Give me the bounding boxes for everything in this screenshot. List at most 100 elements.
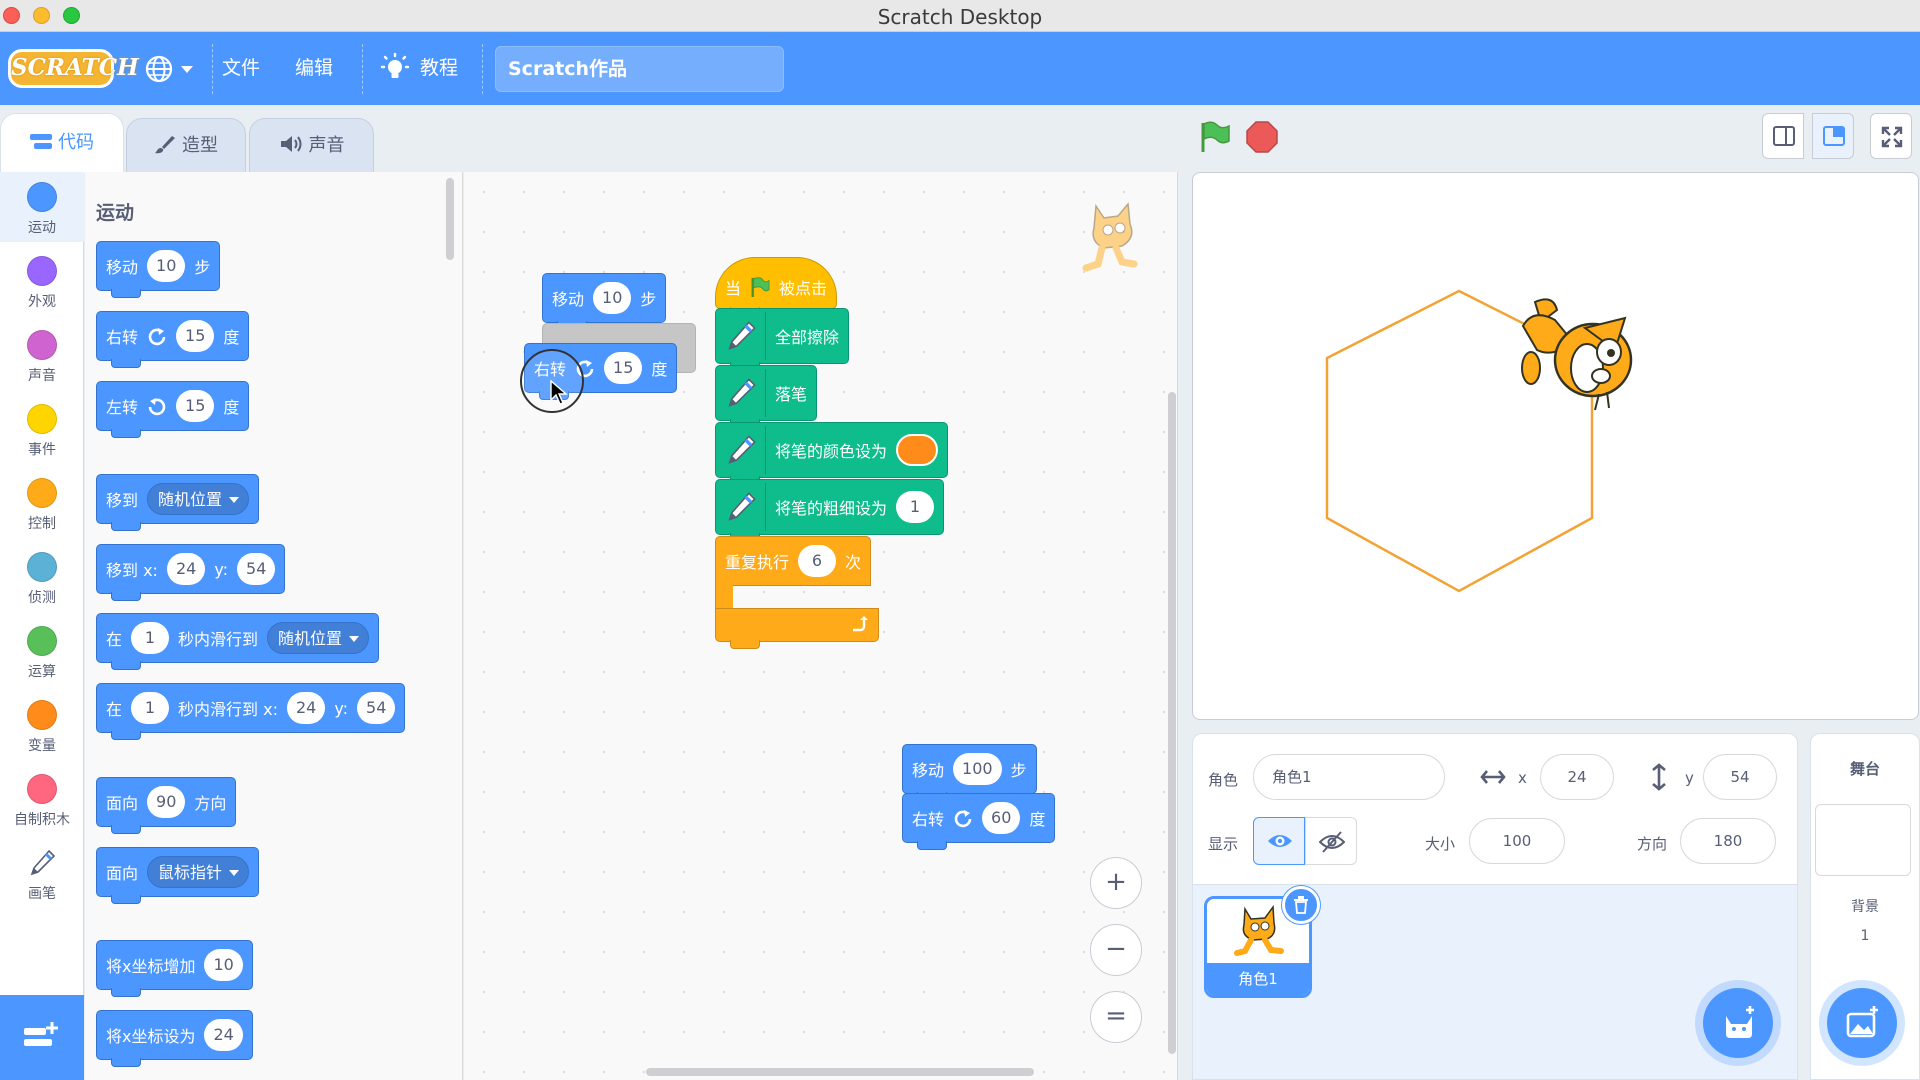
direction-input[interactable]: 90 <box>147 786 186 818</box>
variables-color-dot <box>27 700 57 730</box>
seconds-input[interactable]: 1 <box>131 692 170 724</box>
pen-extension-icon <box>716 312 766 360</box>
category-sensing[interactable]: 侦测 <box>0 552 84 607</box>
set-pen-color-block[interactable]: 将笔的颜色设为 <box>715 422 949 485</box>
tab-costumes[interactable]: 造型 <box>126 118 246 172</box>
workspace-move-100-block[interactable]: 移动 100 步 <box>902 744 1037 801</box>
palette-set-x-block[interactable]: 将x坐标设为 24 <box>96 1010 253 1067</box>
repeat-block[interactable]: 重复执行 6 次 <box>715 536 872 586</box>
add-extension-button[interactable] <box>0 995 84 1080</box>
category-sound[interactable]: 声音 <box>0 330 84 385</box>
seconds-input[interactable]: 1 <box>131 622 170 654</box>
show-sprite-button[interactable] <box>1253 817 1305 865</box>
towards-target-dropdown[interactable]: 鼠标指针 <box>147 856 250 888</box>
set-x-input[interactable]: 24 <box>204 1019 243 1051</box>
degrees-input[interactable]: 60 <box>982 802 1021 834</box>
choose-sprite-button[interactable] <box>1703 988 1773 1058</box>
degrees-input[interactable]: 15 <box>604 352 643 384</box>
palette-glide-xy-block[interactable]: 在 1 秒内滑行到 x: 24 y: 54 <box>96 683 406 740</box>
y-input[interactable]: 54 <box>237 553 276 585</box>
glide-target-dropdown[interactable]: 随机位置 <box>267 622 370 654</box>
sprite-x-input[interactable]: 24 <box>1540 754 1614 800</box>
workspace-horizontal-scrollbar[interactable] <box>646 1068 1034 1076</box>
steps-input[interactable]: 100 <box>953 753 1002 785</box>
category-looks[interactable]: 外观 <box>0 256 84 311</box>
when-flag-clicked-hat-block[interactable]: 当 被点击 <box>715 257 837 316</box>
pen-down-block[interactable]: 落笔 <box>715 365 818 428</box>
choose-backdrop-button[interactable] <box>1827 988 1897 1058</box>
category-menu: 运动 外观 声音 事件 控制 侦测 运算 变量 自制积木 画笔 <box>0 172 84 1080</box>
delete-sprite-button[interactable] <box>1282 886 1320 924</box>
window-title: Scratch Desktop <box>877 5 1043 29</box>
pen-color-swatch[interactable] <box>896 434 939 466</box>
sprite-name-input[interactable]: 角色1 <box>1253 754 1445 800</box>
edit-menu[interactable]: 编辑 <box>295 32 333 105</box>
workspace-move-block[interactable]: 移动 10 步 <box>542 273 667 330</box>
zoom-in-button[interactable]: + <box>1090 857 1142 909</box>
palette-glide-block[interactable]: 在 1 秒内滑行到 随机位置 <box>96 613 380 670</box>
language-chevron-down-icon[interactable] <box>181 66 193 73</box>
sprite-direction-input[interactable]: 180 <box>1680 818 1776 864</box>
show-label: 显示 <box>1208 835 1239 853</box>
category-motion[interactable]: 运动 <box>0 172 84 242</box>
x-input[interactable]: 24 <box>166 553 206 585</box>
normal-stage-button[interactable] <box>1812 113 1854 159</box>
palette-point-towards-block[interactable]: 面向 鼠标指针 <box>96 847 260 904</box>
pen-clear-block[interactable]: 全部擦除 <box>715 308 850 371</box>
palette-move-block[interactable]: 移动 10 步 <box>96 241 221 298</box>
small-stage-button[interactable] <box>1762 113 1804 159</box>
file-menu[interactable]: 文件 <box>222 32 260 105</box>
category-operators[interactable]: 运算 <box>0 626 84 681</box>
zoom-out-button[interactable]: − <box>1090 924 1142 976</box>
backdrops-count: 1 <box>1860 928 1870 944</box>
project-title-input[interactable]: Scratch作品 <box>495 46 784 92</box>
palette-turn-left-block[interactable]: 左转 15 度 <box>96 381 250 438</box>
sprite-size-input[interactable]: 100 <box>1469 818 1565 864</box>
palette-scrollbar[interactable] <box>446 178 454 260</box>
tab-code-label: 代码 <box>58 132 94 153</box>
degrees-input[interactable]: 15 <box>176 320 215 352</box>
set-pen-size-block[interactable]: 将笔的粗细设为 1 <box>715 479 945 542</box>
palette-change-x-block[interactable]: 将x坐标增加 10 <box>96 940 253 997</box>
category-my-blocks[interactable]: 自制积木 <box>0 774 84 829</box>
workspace-vertical-scrollbar[interactable] <box>1168 392 1176 1054</box>
palette-turn-right-block[interactable]: 右转 15 度 <box>96 311 250 368</box>
looks-color-dot <box>27 256 57 286</box>
tab-sounds[interactable]: 声音 <box>249 118 374 172</box>
x-input[interactable]: 24 <box>286 692 326 724</box>
events-color-dot <box>27 404 57 434</box>
tab-code[interactable]: 代码 <box>0 113 124 173</box>
stop-button[interactable] <box>1246 121 1278 153</box>
workspace-turn-60-block[interactable]: 右转 60 度 <box>902 793 1056 850</box>
green-flag-run-button[interactable] <box>1198 120 1232 154</box>
repeat-count-input[interactable]: 6 <box>798 545 837 577</box>
steps-input[interactable]: 10 <box>593 282 632 314</box>
hide-sprite-button[interactable] <box>1305 817 1357 865</box>
lightbulb-icon[interactable] <box>380 52 410 84</box>
palette-point-direction-block[interactable]: 面向 90 方向 <box>96 777 237 834</box>
category-control[interactable]: 控制 <box>0 478 84 533</box>
steps-input[interactable]: 10 <box>147 250 186 282</box>
stage-thumbnail[interactable] <box>1815 804 1911 876</box>
category-events[interactable]: 事件 <box>0 404 84 459</box>
sprite-y-input[interactable]: 54 <box>1703 754 1777 800</box>
language-globe-icon[interactable] <box>144 54 174 84</box>
fullscreen-button[interactable] <box>1870 113 1912 159</box>
category-pen[interactable]: 画笔 <box>0 848 84 903</box>
y-input[interactable]: 54 <box>357 692 396 724</box>
palette-goto-xy-block[interactable]: 移到 x: 24 y: 54 <box>96 544 286 601</box>
stage-canvas[interactable] <box>1192 172 1919 720</box>
tutorials-menu[interactable]: 教程 <box>420 32 458 105</box>
goto-target-dropdown[interactable]: 随机位置 <box>147 483 250 515</box>
backdrops-label: 背景 <box>1851 899 1879 915</box>
scratch-logo[interactable]: SCRATCH <box>8 49 139 88</box>
change-x-input[interactable]: 10 <box>204 949 243 981</box>
degrees-input[interactable]: 15 <box>176 390 215 422</box>
menu-divider <box>482 44 483 94</box>
operators-color-dot <box>27 626 57 656</box>
pen-size-input[interactable]: 1 <box>896 491 935 523</box>
category-variables[interactable]: 变量 <box>0 700 84 755</box>
zoom-reset-button[interactable]: = <box>1090 991 1142 1043</box>
cat-sprite <box>1521 298 1633 411</box>
palette-goto-block[interactable]: 移到 随机位置 <box>96 474 260 531</box>
